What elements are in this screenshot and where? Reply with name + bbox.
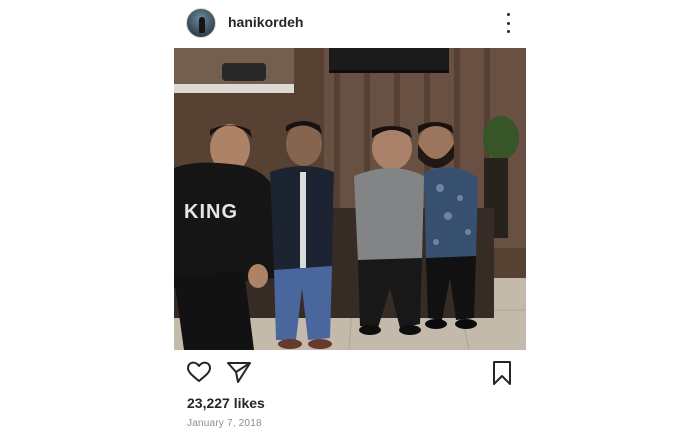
likes-count[interactable]: 23,227 likes xyxy=(187,395,265,411)
instagram-post: hanikordeh KING 23,227 likes January 7, … xyxy=(174,0,526,437)
heart-icon[interactable] xyxy=(186,360,212,384)
username-link[interactable]: hanikordeh xyxy=(228,14,303,30)
bookmark-icon[interactable] xyxy=(491,360,513,386)
avatar[interactable] xyxy=(186,8,216,38)
paper-plane-icon[interactable] xyxy=(226,360,252,384)
post-photo: KING xyxy=(174,48,526,350)
post-date: January 7, 2018 xyxy=(187,418,262,429)
more-options-icon[interactable] xyxy=(506,13,510,33)
post-header: hanikordeh xyxy=(174,6,526,40)
post-actions xyxy=(174,358,526,388)
